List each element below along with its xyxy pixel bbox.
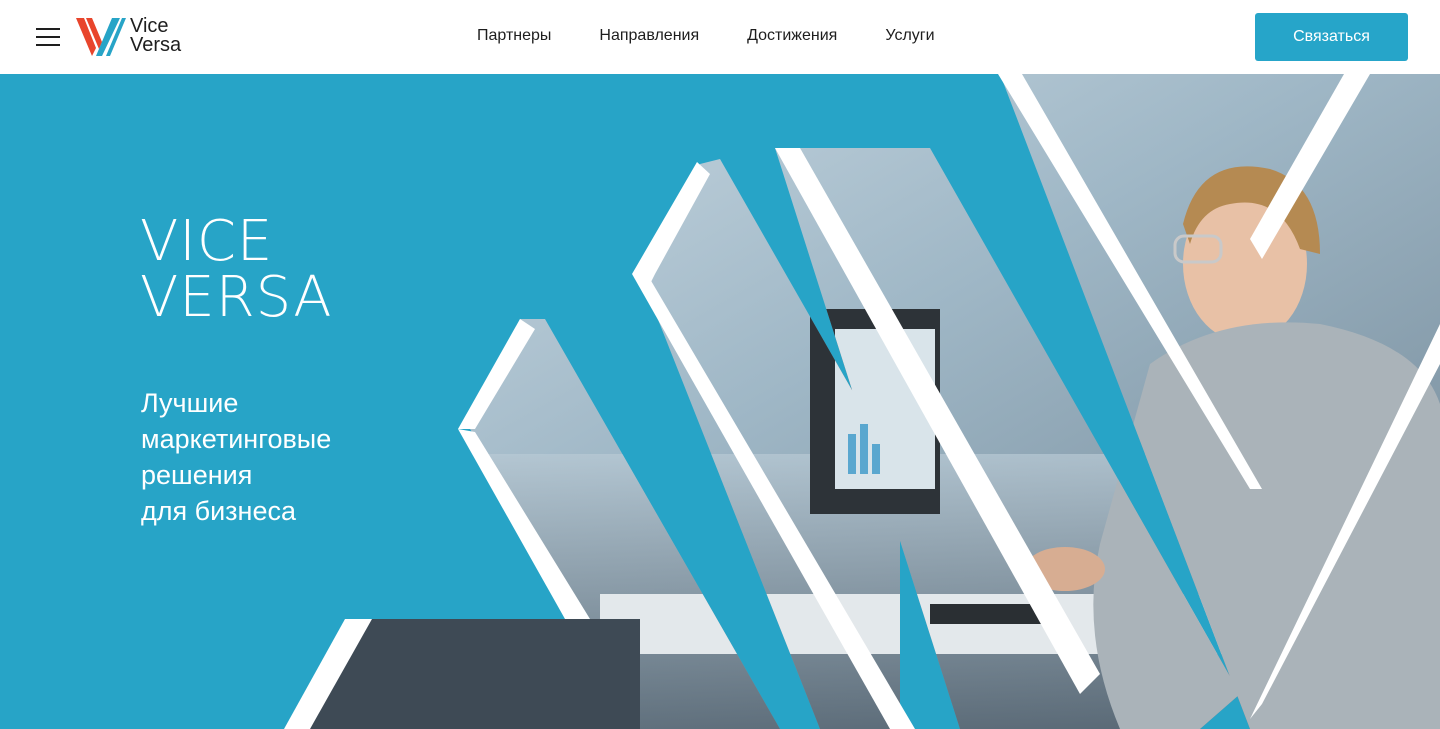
hero-banner: VICE VERSA Лучшие маркетинговые решения … [0, 74, 1440, 729]
nav-achievements[interactable]: Достижения [747, 26, 837, 46]
menu-icon[interactable] [36, 28, 60, 46]
tagline-line: Лучшие [141, 388, 239, 418]
logo[interactable]: Vice Versa [76, 15, 206, 59]
nav-directions[interactable]: Направления [599, 26, 699, 46]
tagline-line: маркетинговые [141, 424, 332, 454]
logo-mark-icon [76, 18, 126, 56]
logo-text: Vice Versa [130, 15, 182, 56]
tagline-line: решения [141, 460, 253, 490]
contact-button[interactable]: Связаться [1255, 13, 1408, 61]
tagline-line: для бизнеса [141, 496, 296, 526]
nav-services[interactable]: Услуги [885, 26, 934, 46]
hero-tagline: Лучшие маркетинговые решения для бизнеса [141, 385, 441, 529]
main-nav: Партнеры Направления Достижения Услуги [477, 26, 983, 46]
site-header: Vice Versa Партнеры Направления Достижен… [0, 0, 1440, 74]
hero-brand-title: VICE VERSA [140, 209, 333, 330]
nav-partners[interactable]: Партнеры [477, 26, 551, 46]
